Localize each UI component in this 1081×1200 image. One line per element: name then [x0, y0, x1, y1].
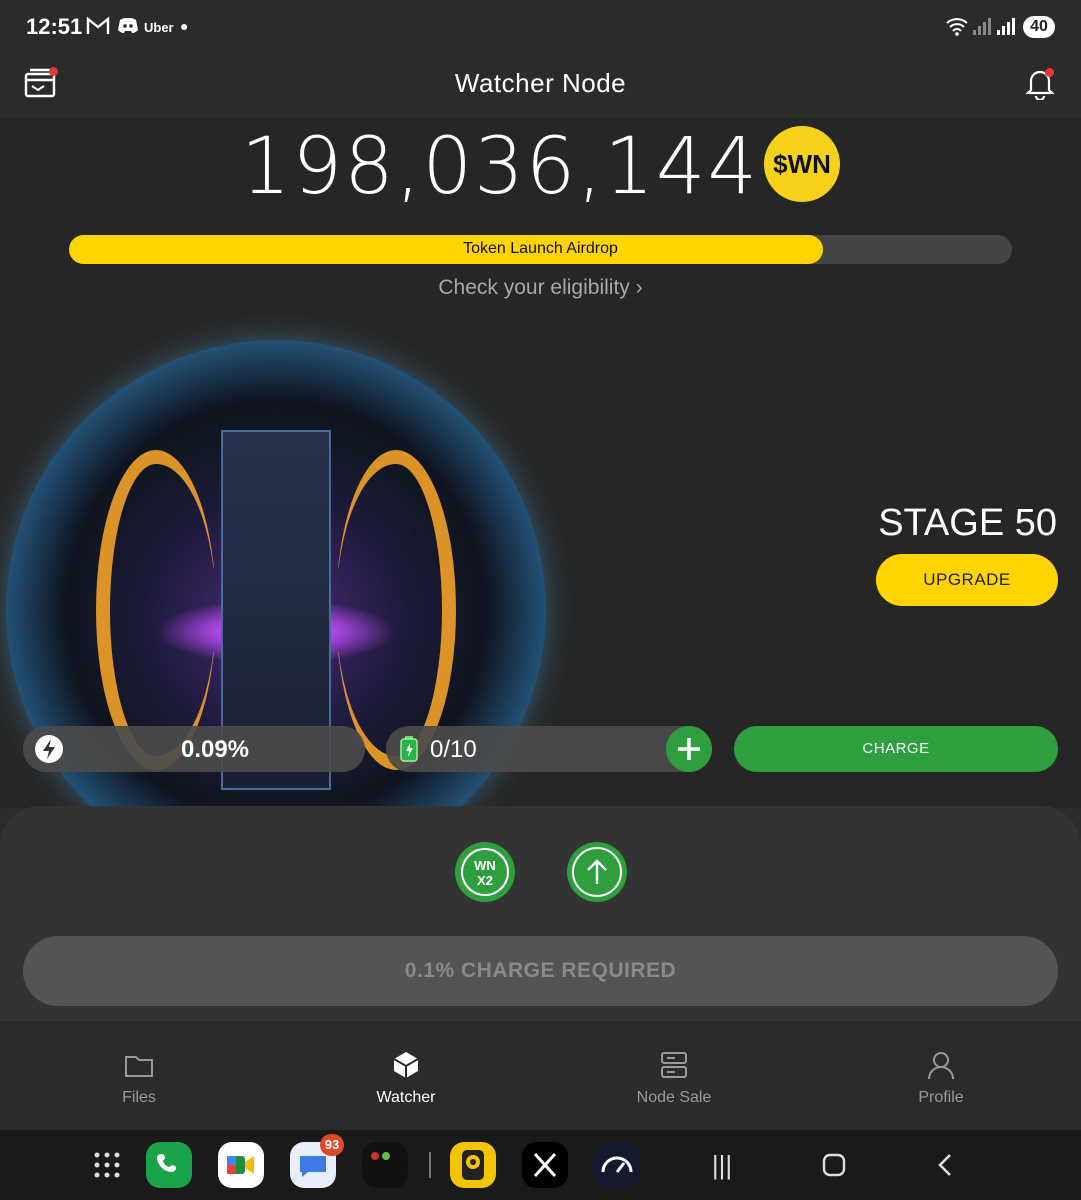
battery-count-pill: 0/10: [386, 726, 712, 772]
charge-level-pill: 0.09%: [23, 726, 365, 772]
boost-multiplier-value: X2: [477, 873, 493, 888]
airdrop-progress-bar: Token Launch Airdrop: [69, 235, 1012, 264]
watcher-app-icon[interactable]: [450, 1142, 496, 1188]
charge-required-button[interactable]: 0.1% CHARGE REQUIRED: [23, 936, 1058, 1006]
charge-percentage: 0.09%: [180, 736, 250, 763]
bottom-navigation: Files Watcher Node Sale Profile: [0, 1020, 1081, 1130]
watcher-node-orb[interactable]: [6, 340, 546, 880]
airdrop-progress-label: Token Launch Airdrop: [463, 240, 618, 257]
orb-ring-right: [336, 450, 456, 770]
stage-label: STAGE 50: [878, 502, 1057, 544]
app-header: Watcher Node: [0, 56, 1081, 118]
battery-indicator: 40: [1023, 16, 1055, 38]
nav-label-watcher: Watcher: [376, 1089, 436, 1106]
gmail-icon: [86, 16, 110, 41]
messages-badge: 93: [320, 1134, 344, 1156]
folder-icon: [125, 1056, 153, 1077]
check-eligibility-link[interactable]: Check your eligibility ›: [0, 276, 1081, 300]
main-content: 198,036,144 $WN Token Launch Airdrop Che…: [0, 118, 1081, 880]
arrow-up-circle-icon: [572, 847, 622, 897]
battery-count: 0/10: [430, 736, 477, 763]
wn-coin-icon: $WN: [764, 126, 840, 202]
status-bar: 12:51 Uber ● 40: [0, 0, 1081, 56]
x-app-icon[interactable]: [522, 1142, 568, 1188]
wn-x2-icon: WN X2: [461, 848, 509, 896]
plus-icon: [678, 738, 700, 760]
nav-profile[interactable]: Profile: [871, 1049, 1011, 1107]
bell-notification-dot: [1045, 68, 1054, 77]
boost-multiplier-token: WN: [474, 858, 496, 873]
nav-watcher[interactable]: Watcher: [336, 1049, 476, 1107]
uber-notification: Uber: [144, 20, 174, 35]
app-drawer-icon[interactable]: [84, 1142, 130, 1188]
page-title: Watcher Node: [454, 68, 627, 98]
add-battery-button[interactable]: [666, 726, 712, 772]
dock-separator: [429, 1152, 431, 1178]
green-battery-icon: [400, 736, 418, 762]
home-icon: [822, 1153, 846, 1177]
charge-button[interactable]: CHARGE: [734, 726, 1058, 772]
back-chevron-icon: [938, 1154, 951, 1176]
home-button[interactable]: [814, 1148, 854, 1182]
status-time: 12:51: [26, 14, 83, 39]
messages-app-icon[interactable]: 93: [290, 1134, 344, 1188]
upgrade-button[interactable]: UPGRADE: [876, 554, 1058, 606]
orb-ring-left: [96, 450, 216, 770]
wn-x2-boost-button[interactable]: WN X2: [455, 842, 515, 902]
notifications-button[interactable]: [1023, 66, 1057, 102]
signal-icon-sim2: [996, 16, 1016, 41]
app-folder-icon[interactable]: [362, 1142, 408, 1188]
more-notifications-dot: ●: [180, 18, 189, 34]
token-balance: 198,036,144: [240, 122, 760, 212]
speedtest-app-icon[interactable]: [594, 1142, 640, 1188]
recent-apps-button[interactable]: |||: [702, 1148, 742, 1182]
google-meet-icon[interactable]: [218, 1142, 264, 1188]
discord-icon: [116, 16, 140, 41]
action-panel: WN X2 0.1% CHARGE REQUIRED: [0, 806, 1081, 1020]
signal-icon-sim1: [972, 16, 992, 41]
user-icon: [928, 1052, 954, 1080]
android-taskbar: 93 |||: [0, 1130, 1081, 1200]
nav-node-sale[interactable]: Node Sale: [604, 1049, 744, 1107]
nav-files[interactable]: Files: [69, 1049, 209, 1107]
back-button[interactable]: [926, 1148, 966, 1182]
server-icon: [661, 1052, 687, 1078]
cube-icon: [393, 1052, 419, 1078]
nav-label-files: Files: [122, 1089, 156, 1106]
phone-app-icon[interactable]: [146, 1142, 192, 1188]
wifi-icon: [946, 16, 968, 41]
nav-label-profile: Profile: [918, 1089, 964, 1106]
nav-label-node-sale: Node Sale: [636, 1089, 712, 1106]
upload-boost-button[interactable]: [567, 842, 627, 902]
